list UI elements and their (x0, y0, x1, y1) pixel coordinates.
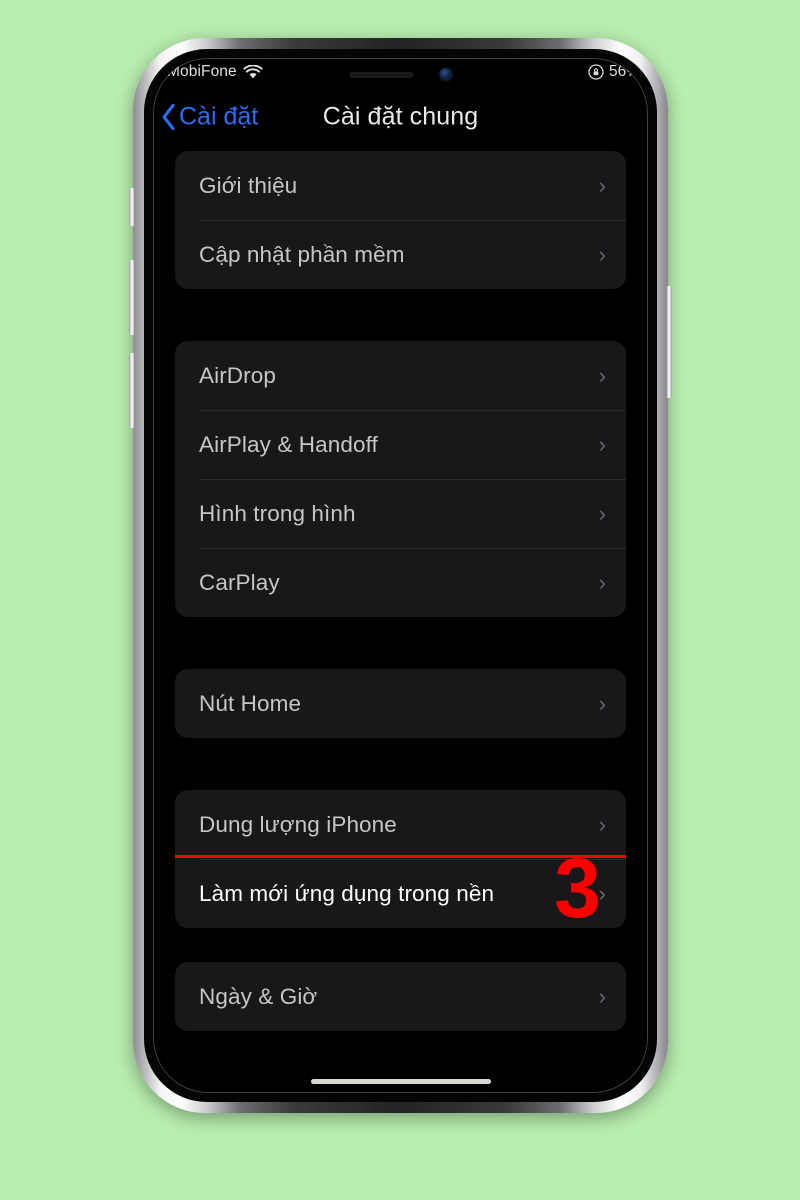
settings-row-ngay-gio[interactable]: Ngày & Giờ › (175, 962, 626, 1031)
settings-row-airdrop[interactable]: AirDrop › (175, 341, 626, 410)
status-bar-right: 56% (588, 63, 640, 81)
chevron-right-icon: › (598, 172, 606, 198)
carrier-label: MobiFone (167, 63, 237, 80)
page-title: Cài đặt chung (322, 102, 479, 131)
wifi-icon (243, 64, 263, 80)
chevron-right-icon: › (598, 431, 606, 457)
settings-list: Giới thiệu › Cập nhật phần mềm › AirDrop… (153, 151, 648, 1093)
settings-row-cap-nhat-phan-mem[interactable]: Cập nhật phần mềm › (175, 220, 626, 289)
settings-row-airplay-handoff[interactable]: AirPlay & Handoff › (175, 410, 626, 479)
device-bezel: MobiFone 56% Cài đặt Cài đặt chung Giới … (144, 49, 657, 1102)
row-label: CarPlay (199, 569, 280, 595)
rotation-lock-icon (588, 64, 604, 80)
earpiece-speaker-icon (349, 71, 413, 78)
row-label: Giới thiệu (199, 172, 298, 198)
row-label: AirPlay & Handoff (199, 431, 378, 457)
chevron-right-icon: › (598, 241, 606, 267)
row-label: Ngày & Giờ (199, 983, 318, 1009)
step-number-annotation: 3 (554, 841, 601, 935)
chevron-right-icon: › (598, 690, 606, 716)
iphone-device: MobiFone 56% Cài đặt Cài đặt chung Giới … (129, 38, 672, 1113)
row-label: Cập nhật phần mềm (199, 241, 405, 267)
row-label: Nút Home (199, 690, 302, 716)
mute-switch[interactable] (129, 188, 135, 226)
chevron-right-icon: › (598, 811, 606, 837)
power-button[interactable] (666, 286, 672, 398)
settings-row-carplay[interactable]: CarPlay › (175, 548, 626, 617)
settings-group-sharing: AirDrop › AirPlay & Handoff › Hình trong… (175, 341, 626, 617)
settings-row-gioi-thieu[interactable]: Giới thiệu › (175, 151, 626, 220)
settings-group-about: Giới thiệu › Cập nhật phần mềm › (175, 151, 626, 289)
settings-row-hinh-trong-hinh[interactable]: Hình trong hình › (175, 479, 626, 548)
volume-up-button[interactable] (129, 260, 135, 335)
settings-row-nut-home[interactable]: Nút Home › (175, 669, 626, 738)
row-label: AirDrop (199, 362, 276, 388)
volume-down-button[interactable] (129, 353, 135, 428)
device-screen: MobiFone 56% Cài đặt Cài đặt chung Giới … (153, 58, 648, 1093)
chevron-right-icon: › (598, 569, 606, 595)
settings-group-home-button: Nút Home › (175, 669, 626, 738)
home-indicator[interactable] (310, 1079, 491, 1084)
navigation-bar: Cài đặt Cài đặt chung (153, 91, 648, 143)
battery-percent-label: 56% (608, 63, 640, 80)
status-bar-left: MobiFone (167, 63, 263, 81)
front-camera-icon (439, 68, 452, 81)
chevron-right-icon: › (598, 500, 606, 526)
chevron-right-icon: › (598, 362, 606, 388)
row-label: Làm mới ứng dụng trong nền (199, 880, 495, 906)
settings-group-datetime: Ngày & Giờ › (175, 962, 626, 1031)
display-notch (298, 58, 503, 91)
row-label: Dung lượng iPhone (199, 811, 397, 837)
chevron-right-icon: › (598, 983, 606, 1009)
row-label: Hình trong hình (199, 500, 356, 526)
